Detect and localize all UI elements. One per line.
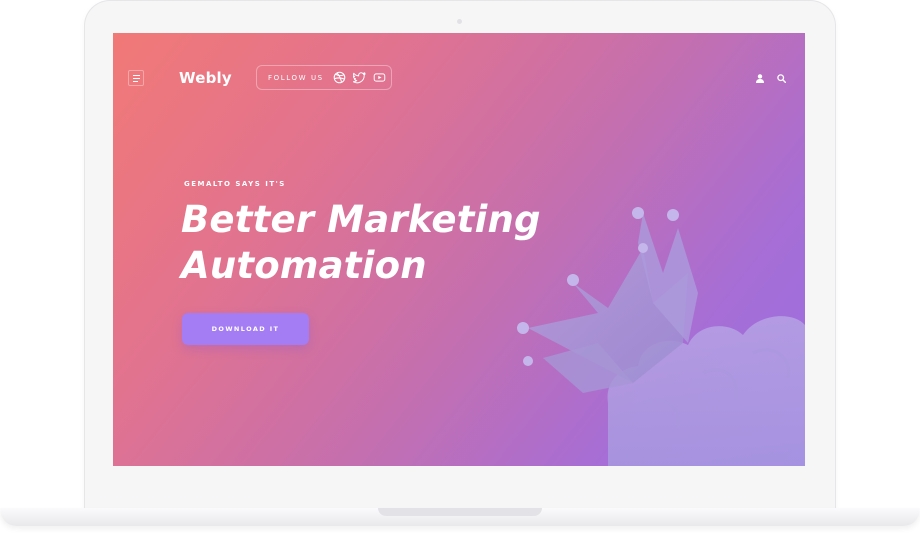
download-button[interactable]: DOWNLOAD IT [182, 313, 309, 345]
menu-line [132, 77, 140, 79]
hamburger-menu-button[interactable] [128, 70, 144, 86]
laptop-base-notch [378, 508, 542, 516]
youtube-icon[interactable] [373, 71, 387, 85]
menu-line [132, 74, 140, 76]
site-logo[interactable]: Webly [179, 69, 232, 87]
website-screen: Webly FOLLOW US GEMALTO SAYS IT'S Better… [113, 33, 805, 466]
headline-line-1: Better Marketing [181, 198, 541, 241]
search-icon[interactable] [777, 74, 786, 83]
follow-us-bar: FOLLOW US [256, 65, 392, 90]
menu-line [132, 80, 138, 82]
follow-us-label: FOLLOW US [268, 73, 324, 82]
dribbble-icon[interactable] [333, 71, 347, 85]
headline-line-2: Automation [181, 244, 427, 287]
user-icon[interactable] [756, 74, 764, 83]
hero-kicker: GEMALTO SAYS IT'S [184, 180, 286, 188]
twitter-icon[interactable] [353, 71, 367, 85]
hero-headline: Better Marketing Automation [181, 197, 601, 289]
laptop-camera [457, 19, 462, 24]
